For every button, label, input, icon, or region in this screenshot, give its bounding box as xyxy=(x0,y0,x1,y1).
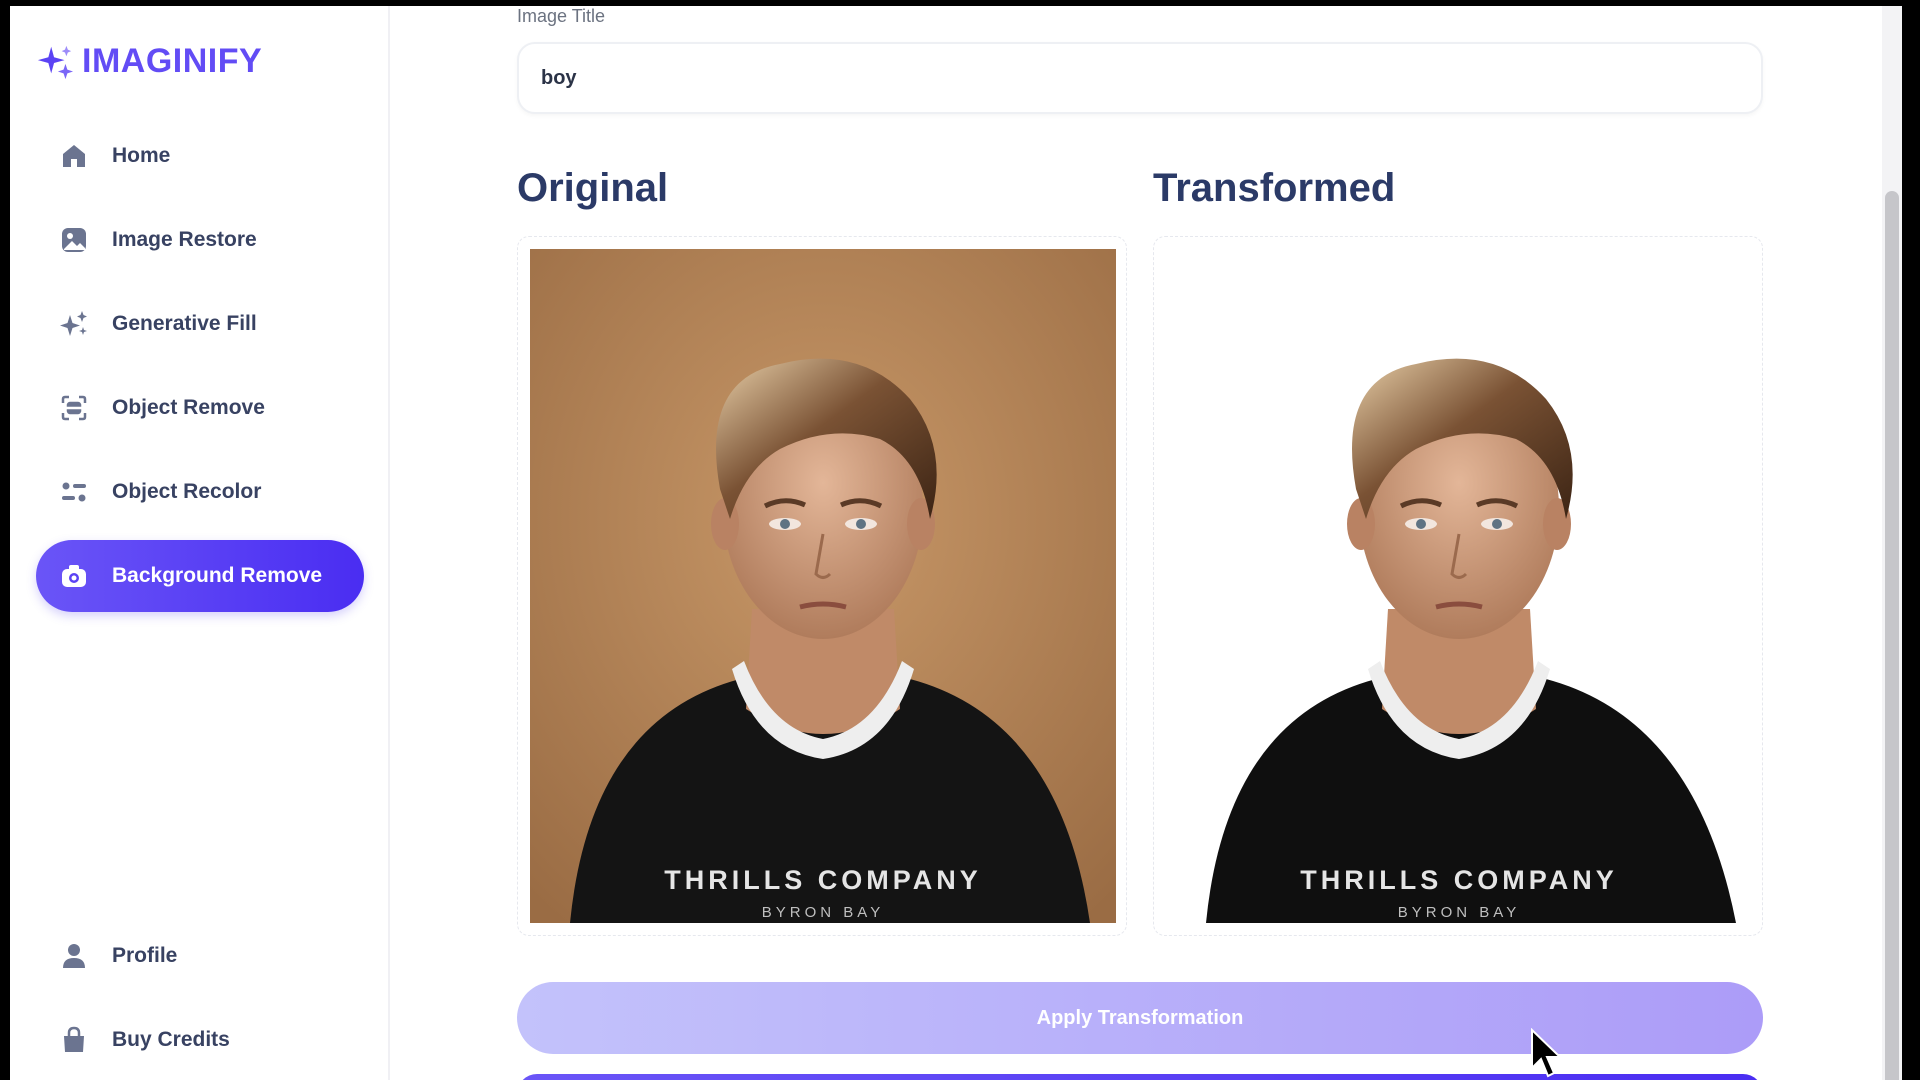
scan-icon xyxy=(58,392,90,424)
camera-icon xyxy=(58,560,90,592)
scrollbar-thumb[interactable] xyxy=(1885,191,1899,1080)
home-icon xyxy=(58,140,90,172)
shirt-text: THRILLS COMPANY xyxy=(664,865,982,895)
original-image-card[interactable]: THRILLS COMPANY BYRON BAY xyxy=(517,236,1127,936)
sidebar-item-object-remove[interactable]: Object Remove xyxy=(36,372,364,444)
sidebar-item-label: Profile xyxy=(112,944,178,967)
app-window: IMAGINIFY Home Image Restore Generative … xyxy=(10,6,1902,1080)
shirt-subtext: BYRON BAY xyxy=(1398,904,1520,921)
mouse-cursor-icon xyxy=(1531,1028,1563,1078)
sidebar-item-label: Object Remove xyxy=(112,396,265,419)
sidebar-item-label: Background Remove xyxy=(112,564,323,587)
apply-transformation-button[interactable]: Apply Transformation xyxy=(517,982,1763,1054)
brand-name: IMAGINIFY xyxy=(82,42,263,80)
sidebar-item-label: Generative Fill xyxy=(112,312,257,335)
transformed-image: THRILLS COMPANY BYRON BAY xyxy=(1166,249,1752,923)
transformed-heading: Transformed xyxy=(1153,166,1396,210)
image-icon xyxy=(58,224,90,256)
shirt-text: THRILLS COMPANY xyxy=(1300,865,1618,895)
sidebar-item-label: Image Restore xyxy=(112,228,257,251)
sidebar-item-home[interactable]: Home xyxy=(36,120,364,192)
next-action-button[interactable] xyxy=(517,1074,1763,1080)
transformed-image-card[interactable]: THRILLS COMPANY BYRON BAY xyxy=(1153,236,1763,936)
sidebar-item-object-recolor[interactable]: Object Recolor xyxy=(36,456,364,528)
sidebar-item-label: Buy Credits xyxy=(112,1028,230,1051)
original-heading: Original xyxy=(517,166,669,210)
sidebar-item-label: Object Recolor xyxy=(112,480,262,503)
bag-icon xyxy=(58,1024,90,1056)
sidebar-item-buy-credits[interactable]: Buy Credits xyxy=(36,1004,364,1076)
shirt-subtext: BYRON BAY xyxy=(762,904,884,921)
sidebar-item-generative-fill[interactable]: Generative Fill xyxy=(36,288,364,360)
sidebar-item-background-remove[interactable]: Background Remove xyxy=(36,540,364,612)
sidebar-item-label: Home xyxy=(112,144,171,167)
image-title-input[interactable] xyxy=(517,42,1763,114)
filter-icon xyxy=(58,476,90,508)
logo[interactable]: IMAGINIFY xyxy=(36,42,262,81)
sidebar-item-profile[interactable]: Profile xyxy=(36,920,364,992)
user-icon xyxy=(58,940,90,972)
original-image: THRILLS COMPANY BYRON BAY xyxy=(530,249,1116,923)
sidebar: IMAGINIFY Home Image Restore Generative … xyxy=(10,6,390,1080)
sidebar-item-image-restore[interactable]: Image Restore xyxy=(36,204,364,276)
sparkle-logo-icon xyxy=(37,45,74,79)
sparkles-icon xyxy=(58,308,90,340)
image-title-label: Image Title xyxy=(517,6,606,26)
main-content: Image Title Original Transformed xyxy=(390,6,1902,1080)
scrollbar[interactable] xyxy=(1882,6,1902,1080)
